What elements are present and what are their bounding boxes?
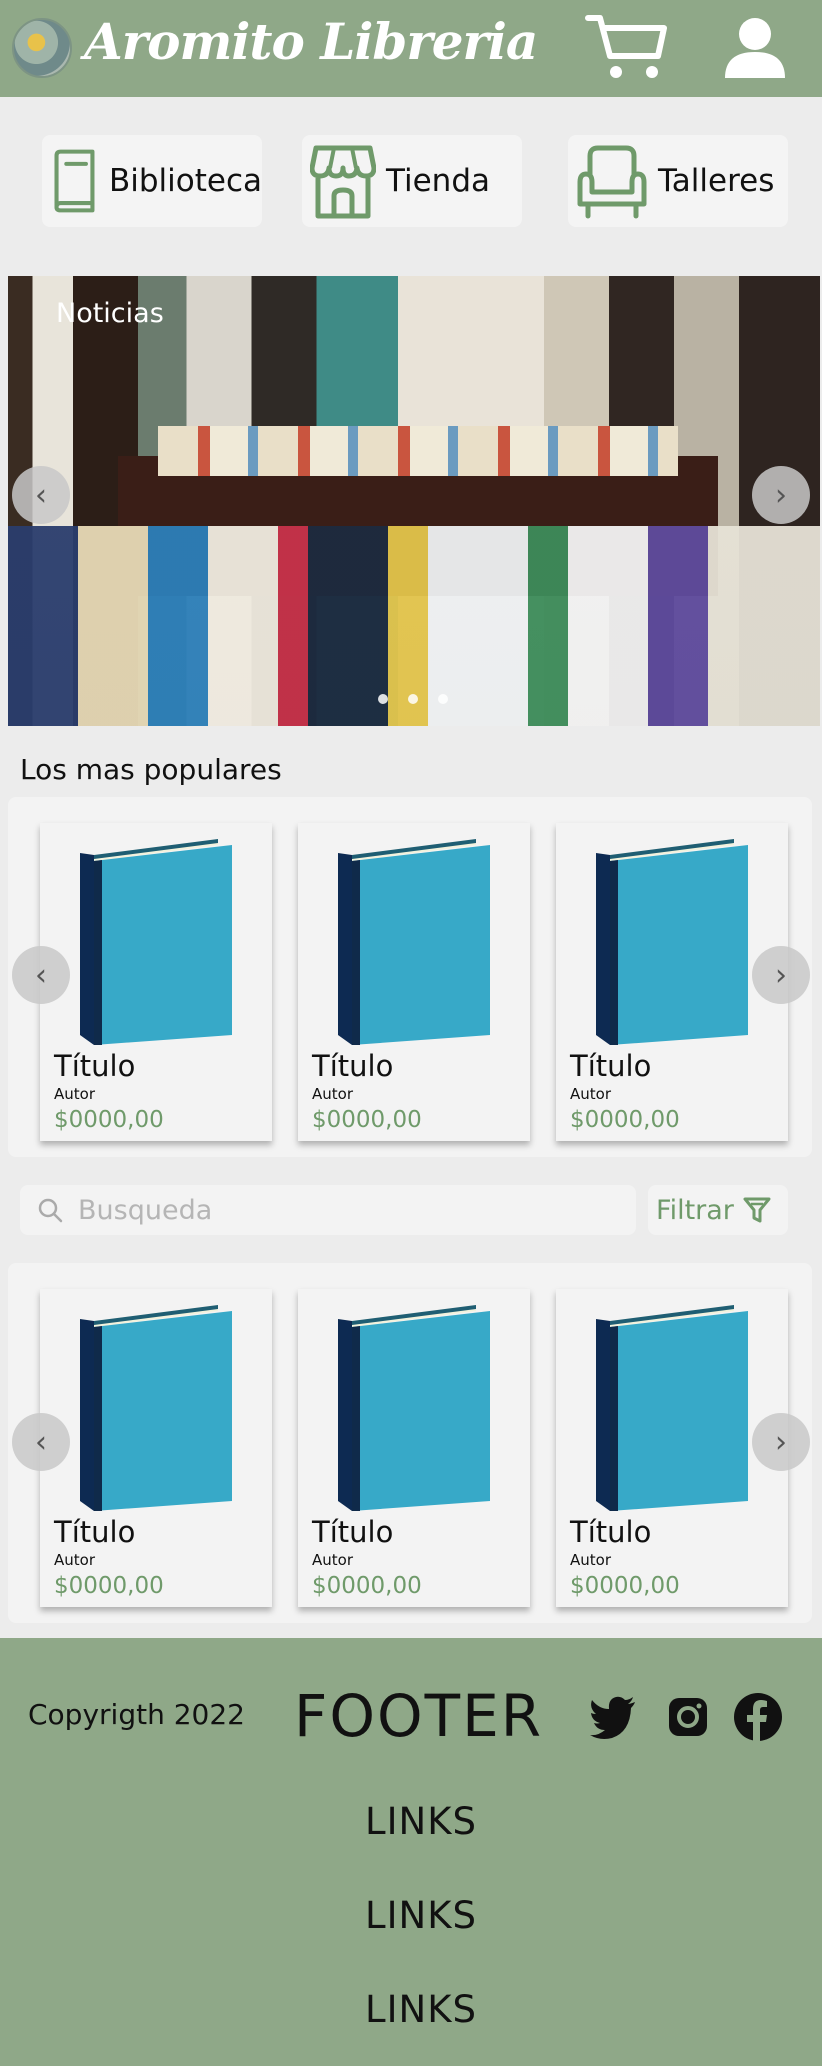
carousel-dot[interactable] <box>408 694 418 704</box>
product-price: $0000,00 <box>570 1573 680 1599</box>
filter-label: Filtrar <box>656 1194 734 1226</box>
site-footer: Copyrigth 2022 FOOTER LINKS LINKS LINKS <box>0 1638 822 2066</box>
user-icon <box>725 18 785 78</box>
nav-talleres-button[interactable]: Talleres <box>568 135 788 227</box>
filter-icon <box>743 1197 771 1223</box>
popular-products-panel: Título Autor $0000,00 Título Autor $0000… <box>8 797 812 1157</box>
results-next-button[interactable]: › <box>752 1413 810 1471</box>
chevron-left-icon: ‹ <box>35 1424 47 1460</box>
product-price: $0000,00 <box>54 1107 164 1133</box>
product-price: $0000,00 <box>54 1573 164 1599</box>
product-price: $0000,00 <box>312 1573 422 1599</box>
product-title: Título <box>570 1515 652 1549</box>
nav-talleres-label: Talleres <box>658 163 775 199</box>
chevron-right-icon: › <box>775 477 787 513</box>
product-title: Título <box>54 1049 136 1083</box>
nav-tienda-button[interactable]: Tienda <box>302 135 522 227</box>
book-cover-icon <box>80 839 232 1045</box>
store-icon <box>310 145 376 219</box>
product-title: Título <box>54 1515 136 1549</box>
book-cover-icon <box>338 1305 490 1511</box>
book-cover-icon <box>338 839 490 1045</box>
carousel-image-books <box>158 426 678 476</box>
popular-next-button[interactable]: › <box>752 946 810 1004</box>
product-price: $0000,00 <box>570 1107 680 1133</box>
footer-link[interactable]: LINKS <box>365 1800 477 1843</box>
nav-biblioteca-label: Biblioteca <box>108 163 262 199</box>
product-title: Título <box>570 1049 652 1083</box>
logo[interactable] <box>12 18 72 78</box>
carousel-prev-button[interactable]: ‹ <box>12 466 70 524</box>
product-author: Autor <box>570 1551 611 1569</box>
product-title: Título <box>312 1049 394 1083</box>
carousel-title: Noticias <box>56 298 164 329</box>
book-cover-icon <box>80 1305 232 1511</box>
chevron-left-icon: ‹ <box>35 477 47 513</box>
book-cover-icon <box>596 839 748 1045</box>
copyright-text: Copyrigth 2022 <box>28 1698 245 1731</box>
cart-icon <box>585 15 667 78</box>
product-card[interactable]: Título Autor $0000,00 <box>298 1289 530 1607</box>
popular-prev-button[interactable]: ‹ <box>12 946 70 1004</box>
facebook-icon[interactable] <box>733 1692 783 1742</box>
search-input[interactable] <box>78 1194 618 1226</box>
news-carousel[interactable]: Noticias ‹ › <box>8 276 820 726</box>
product-card[interactable]: Título Autor $0000,00 <box>40 823 272 1141</box>
search-bar[interactable] <box>20 1185 636 1235</box>
product-price: $0000,00 <box>312 1107 422 1133</box>
product-card[interactable]: Título Autor $0000,00 <box>40 1289 272 1607</box>
site-header: Aromito Libreria <box>0 0 822 97</box>
book-icon <box>54 149 95 213</box>
armchair-icon <box>577 145 647 219</box>
nav-tienda-label: Tienda <box>386 163 490 199</box>
user-button[interactable] <box>722 14 788 80</box>
product-card[interactable]: Título Autor $0000,00 <box>298 823 530 1141</box>
product-author: Autor <box>570 1085 611 1103</box>
instagram-icon[interactable] <box>663 1692 713 1742</box>
carousel-dot[interactable] <box>378 694 388 704</box>
footer-title: FOOTER <box>294 1682 544 1750</box>
product-author: Autor <box>312 1551 353 1569</box>
brand-name[interactable]: Aromito Libreria <box>84 12 538 71</box>
product-author: Autor <box>54 1085 95 1103</box>
product-title: Título <box>312 1515 394 1549</box>
carousel-next-button[interactable]: › <box>752 466 810 524</box>
results-products-panel: Título Autor $0000,00 Título Autor $0000… <box>8 1263 812 1623</box>
filter-button[interactable]: Filtrar <box>648 1185 788 1235</box>
footer-link[interactable]: LINKS <box>365 1894 477 1937</box>
nav-biblioteca-button[interactable]: Biblioteca <box>42 135 262 227</box>
chevron-right-icon: › <box>775 1424 787 1460</box>
cart-button[interactable] <box>584 12 668 82</box>
chevron-right-icon: › <box>775 957 787 993</box>
results-prev-button[interactable]: ‹ <box>12 1413 70 1471</box>
twitter-icon[interactable] <box>588 1692 638 1742</box>
carousel-dots <box>378 694 448 704</box>
product-author: Autor <box>312 1085 353 1103</box>
footer-link[interactable]: LINKS <box>365 1988 477 2031</box>
book-cover-icon <box>596 1305 748 1511</box>
chevron-left-icon: ‹ <box>35 957 47 993</box>
popular-section-title: Los mas populares <box>20 753 282 786</box>
product-author: Autor <box>54 1551 95 1569</box>
carousel-dot[interactable] <box>438 694 448 704</box>
search-icon <box>38 1198 63 1223</box>
